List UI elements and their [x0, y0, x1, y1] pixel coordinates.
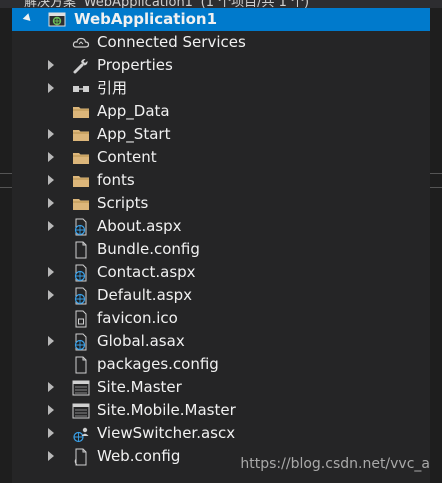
right-edge-divider-2 — [430, 187, 442, 188]
tree-item-label: Default.aspx — [97, 286, 192, 304]
tree-item-bundle-config[interactable]: Bundle.config — [12, 238, 430, 261]
tree-item-label: Contact.aspx — [97, 263, 196, 281]
collapsed-arrow-icon[interactable] — [48, 290, 54, 300]
folder-icon — [72, 126, 90, 144]
tree-item-global-asax[interactable]: Global.asax — [12, 330, 430, 353]
tree-item-label: Web.config — [97, 447, 181, 465]
watermark-text: https://blog.csdn.net/vvc_a — [240, 456, 430, 472]
solution-explorer-tree[interactable]: WebApplication1 Connected Services Prope… — [12, 8, 430, 483]
collapsed-arrow-icon[interactable] — [48, 336, 54, 346]
tree-item-packages-config[interactable]: packages.config — [12, 353, 430, 376]
user-control-icon — [72, 425, 90, 443]
project-name-label: WebApplication1 — [74, 10, 218, 28]
asax-file-icon — [72, 333, 90, 351]
collapsed-arrow-icon[interactable] — [48, 60, 54, 70]
solution-label: 解决方案 'WebApplication1' (1 个项目/共 1 个) — [24, 0, 310, 8]
collapsed-arrow-icon[interactable] — [48, 198, 54, 208]
tree-item-label: Bundle.config — [97, 240, 200, 258]
tree-item-fonts[interactable]: fonts — [12, 169, 430, 192]
tree-item-label: Properties — [97, 56, 173, 74]
tree-item-properties[interactable]: Properties — [12, 54, 430, 77]
image-file-icon — [72, 310, 90, 328]
tree-item-default-aspx[interactable]: Default.aspx — [12, 284, 430, 307]
collapsed-arrow-icon[interactable] — [48, 451, 54, 461]
left-panel-edge — [0, 0, 12, 483]
tree-item-connected-services[interactable]: Connected Services — [12, 31, 430, 54]
project-node-webapplication1[interactable]: WebApplication1 — [12, 8, 430, 31]
web-project-icon — [48, 11, 66, 29]
tree-item-scripts[interactable]: Scripts — [12, 192, 430, 215]
tree-item-viewswitcher-ascx[interactable]: ViewSwitcher.ascx — [12, 422, 430, 445]
tree-item-label: Content — [97, 148, 157, 166]
config-file-icon — [72, 448, 90, 466]
collapsed-arrow-icon[interactable] — [48, 428, 54, 438]
tree-item-site-master[interactable]: Site.Master — [12, 376, 430, 399]
tree-item-label: About.aspx — [97, 217, 182, 235]
tree-item-contact-aspx[interactable]: Contact.aspx — [12, 261, 430, 284]
tree-item-favicon-ico[interactable]: favicon.ico — [12, 307, 430, 330]
tree-item-label: Scripts — [97, 194, 149, 212]
left-edge-divider — [0, 173, 12, 174]
solution-node-partial[interactable]: 解决方案 'WebApplication1' (1 个项目/共 1 个) — [0, 0, 442, 8]
aspx-file-icon — [72, 264, 90, 282]
tree-item-label: Connected Services — [97, 33, 246, 51]
config-file-icon — [72, 356, 90, 374]
collapsed-arrow-icon[interactable] — [48, 221, 54, 231]
tree-item-app-start[interactable]: App_Start — [12, 123, 430, 146]
tree-item-label: fonts — [97, 171, 135, 189]
collapsed-arrow-icon[interactable] — [48, 382, 54, 392]
tree-item-label: packages.config — [97, 355, 219, 373]
tree-item-label: Site.Mobile.Master — [97, 401, 236, 419]
collapsed-arrow-icon[interactable] — [48, 267, 54, 277]
references-icon — [72, 80, 90, 98]
tree-item-app-data[interactable]: App_Data — [12, 100, 430, 123]
collapsed-arrow-icon[interactable] — [48, 405, 54, 415]
left-edge-divider-2 — [0, 187, 12, 188]
collapsed-arrow-icon[interactable] — [48, 129, 54, 139]
tree-item-content[interactable]: Content — [12, 146, 430, 169]
folder-icon — [72, 195, 90, 213]
cloud-icon — [72, 34, 90, 52]
tree-item-label: favicon.ico — [97, 309, 178, 327]
collapsed-arrow-icon[interactable] — [48, 152, 54, 162]
aspx-file-icon — [72, 218, 90, 236]
master-page-icon — [72, 402, 90, 420]
folder-icon — [72, 103, 90, 121]
tree-item-label: 引用 — [97, 79, 128, 97]
tree-item-label: Global.asax — [97, 332, 185, 350]
wrench-icon — [72, 57, 90, 75]
tree-item-label: App_Data — [97, 102, 170, 120]
collapsed-arrow-icon[interactable] — [48, 83, 54, 93]
folder-icon — [72, 172, 90, 190]
tree-item-label: App_Start — [97, 125, 171, 143]
right-panel-edge — [430, 0, 442, 483]
collapsed-arrow-icon[interactable] — [48, 175, 54, 185]
tree-item-site-mobile-master[interactable]: Site.Mobile.Master — [12, 399, 430, 422]
tree-item-label: ViewSwitcher.ascx — [97, 424, 236, 442]
aspx-file-icon — [72, 287, 90, 305]
right-edge-divider — [430, 173, 442, 174]
tree-item-references[interactable]: 引用 — [12, 77, 430, 100]
master-page-icon — [72, 379, 90, 397]
config-file-icon — [72, 241, 90, 259]
tree-item-label: Site.Master — [97, 378, 182, 396]
tree-item-about-aspx[interactable]: About.aspx — [12, 215, 430, 238]
folder-icon — [72, 149, 90, 167]
expanded-arrow-icon[interactable] — [22, 13, 34, 24]
